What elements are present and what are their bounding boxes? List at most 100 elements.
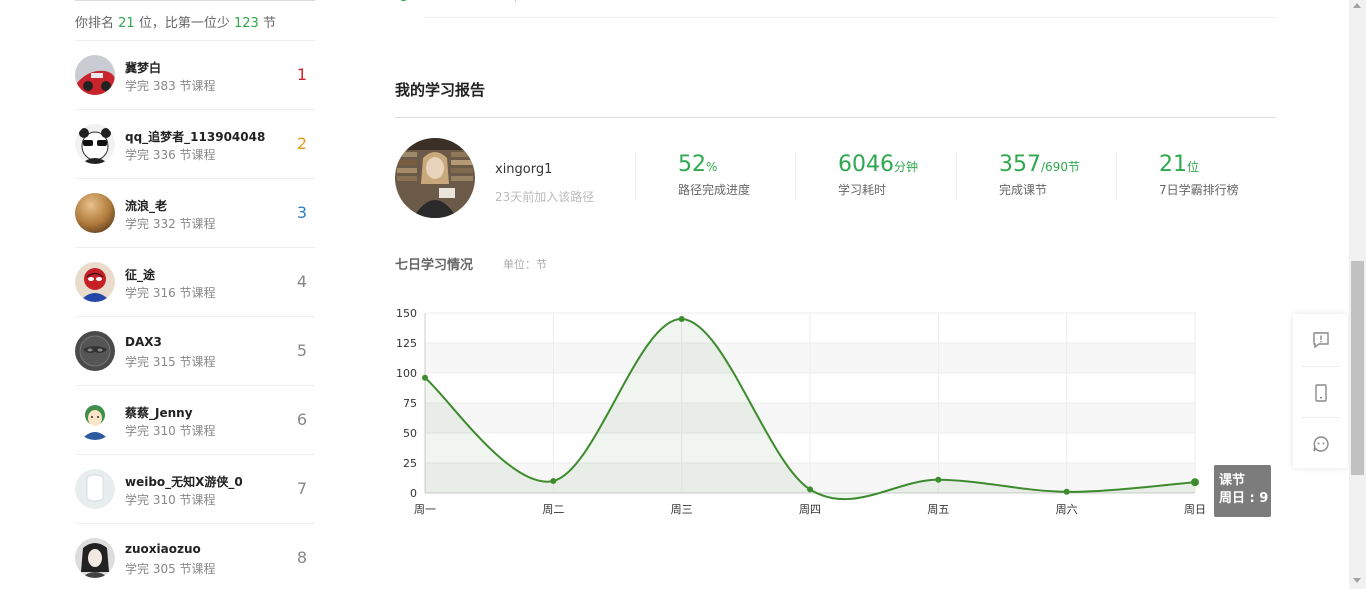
rank-list-item[interactable]: 征_途 学完 316 节课程 4 [75,248,315,317]
divider [395,117,1276,118]
rank-user-desc: 学完 305 节课程 [125,562,216,576]
stat-value: 21 [1159,152,1187,177]
data-point [422,374,428,381]
username: xingorg1 [495,162,553,177]
scroll-up-arrow-icon[interactable] [1353,3,1361,8]
clipped-indicator [399,0,408,1]
x-tick-label: 周六 [1056,503,1078,516]
rank-user-desc: 学完 332 节课程 [125,217,216,231]
feedback-icon [1313,332,1329,349]
avatar[interactable] [75,55,115,95]
y-tick-label: 25 [403,457,417,470]
rank-number: 4 [296,272,307,291]
rank-list-item[interactable]: 冀梦白 学完 383 节课程 1 [75,41,315,110]
rank-list-item[interactable]: zuoxiaozuo 学完 305 节课程 8 [75,524,315,589]
x-tick-label: 周一 [414,503,436,516]
stat-label: 路径完成进度 [678,183,751,197]
rank-number: 3 [296,203,307,222]
rank-list-item[interactable]: 流浪_老 学完 332 节课程 3 [75,179,315,248]
rank-user-name[interactable]: 征_途 [125,266,155,283]
rank-user-name[interactable]: qq_追梦者_113904048 [125,128,265,145]
stat-value: 6046 [838,152,894,177]
y-tick-label: 50 [403,427,417,440]
x-tick-label: 周四 [799,503,821,516]
service-icon [1313,435,1329,452]
tooltip-label: 课节 [1219,473,1246,488]
rank-list-item[interactable]: 蔡蔡_Jenny 学完 310 节课程 6 [75,386,315,455]
rank-number: 8 [296,548,307,567]
avatar[interactable] [75,331,115,371]
rank-user-name[interactable]: DAX3 [125,335,162,349]
rank-user-name[interactable]: 流浪_老 [125,197,167,214]
mobile-icon [1315,383,1327,402]
rank-list-item[interactable]: weibo_无知X游侠_0 学完 310 节课程 7 [75,455,315,524]
divider [425,17,1276,18]
stat-unit: /690节 [1041,160,1080,174]
tooltip-value: 周日 : 9 [1219,491,1269,506]
stat-unit: % [706,160,718,174]
data-point [807,486,813,493]
ranking-panel: 你排名 21 位，比第一位少 123 节 冀梦白 学完 383 节课程 1 qq… [75,0,315,589]
scroll-down-arrow-icon[interactable] [1353,578,1361,583]
rank-gap-value: 123 [234,16,259,31]
stat-unit: 位 [1187,160,1200,174]
seven-day-chart[interactable]: 0 25 50 75 100 125 150 周一 周二 周三 周四 周五 周六 周日 [395,300,1295,530]
avatar[interactable] [75,538,115,578]
rank-list-item[interactable]: qq_追梦者_113904048 学完 336 节课程 2 [75,110,315,179]
x-tick-label: 周五 [927,503,949,516]
y-tick-label: 0 [410,487,417,500]
chart-unit: 单位：节 [503,258,547,271]
stat-ranking: 21位 7日学霸排行榜 [1116,152,1276,200]
data-point [550,478,557,484]
side-toolbar [1293,314,1348,468]
rank-summary: 你排名 21 位，比第一位少 123 节 [75,1,315,41]
rank-number: 6 [296,410,307,429]
rank-user-name[interactable]: zuoxiaozuo [125,542,201,556]
rank-user-name[interactable]: weibo_无知X游侠_0 [125,473,243,490]
clipped-divider [515,0,516,2]
data-point [935,476,942,483]
rank-user-desc: 学完 310 节课程 [125,493,216,507]
data-point [1191,478,1199,487]
avatar[interactable] [75,124,115,164]
avatar[interactable] [75,400,115,440]
rank-user-desc: 学完 316 节课程 [125,286,216,300]
mobile-button[interactable] [1301,366,1341,418]
avatar[interactable] [75,193,115,233]
rank-user-name[interactable]: 蔡蔡_Jenny [125,404,193,421]
scrollbar[interactable] [1349,0,1366,589]
my-rank-value: 21 [118,16,135,31]
feedback-button[interactable] [1301,314,1341,366]
stat-unit: 分钟 [894,160,919,174]
data-point [678,316,685,322]
rank-summary-mid: 位，比第一位少 [138,16,230,31]
avatar[interactable] [75,469,115,509]
rank-number: 1 [296,65,307,84]
rank-number: 2 [296,134,307,153]
x-tick-label: 周三 [671,503,693,516]
avatar[interactable] [75,262,115,302]
chart-title: 七日学习情况 [395,258,474,273]
user-avatar[interactable] [395,138,475,218]
scrollbar-thumb[interactable] [1351,261,1364,475]
rank-user-desc: 学完 315 节课程 [125,355,216,369]
rank-number: 5 [296,341,307,360]
report-title: 我的学习报告 [395,81,486,99]
rank-number: 7 [296,479,307,498]
service-button[interactable] [1301,417,1341,469]
stat-value: 357 [999,152,1041,177]
rank-summary-prefix: 你排名 [75,16,115,31]
stat-label: 7日学霸排行榜 [1159,183,1239,197]
rank-summary-suffix: 节 [262,16,276,31]
chart-tooltip: 课节 周日 : 9 [1214,465,1271,517]
rank-list-item[interactable]: DAX3 学完 315 节课程 5 [75,317,315,386]
data-point [1063,488,1070,495]
stat-lessons: 357/690节 完成课节 [956,152,1116,200]
stat-time: 6046分钟 学习耗时 [795,152,955,200]
rank-user-name[interactable]: 冀梦白 [125,59,161,76]
y-tick-label: 100 [396,367,417,380]
stat-label: 学习耗时 [838,183,887,197]
joined-text: 23天前加入该路径 [495,190,595,204]
stat-progress: 52% 路径完成进度 [635,152,795,200]
rank-user-desc: 学完 336 节课程 [125,148,216,162]
